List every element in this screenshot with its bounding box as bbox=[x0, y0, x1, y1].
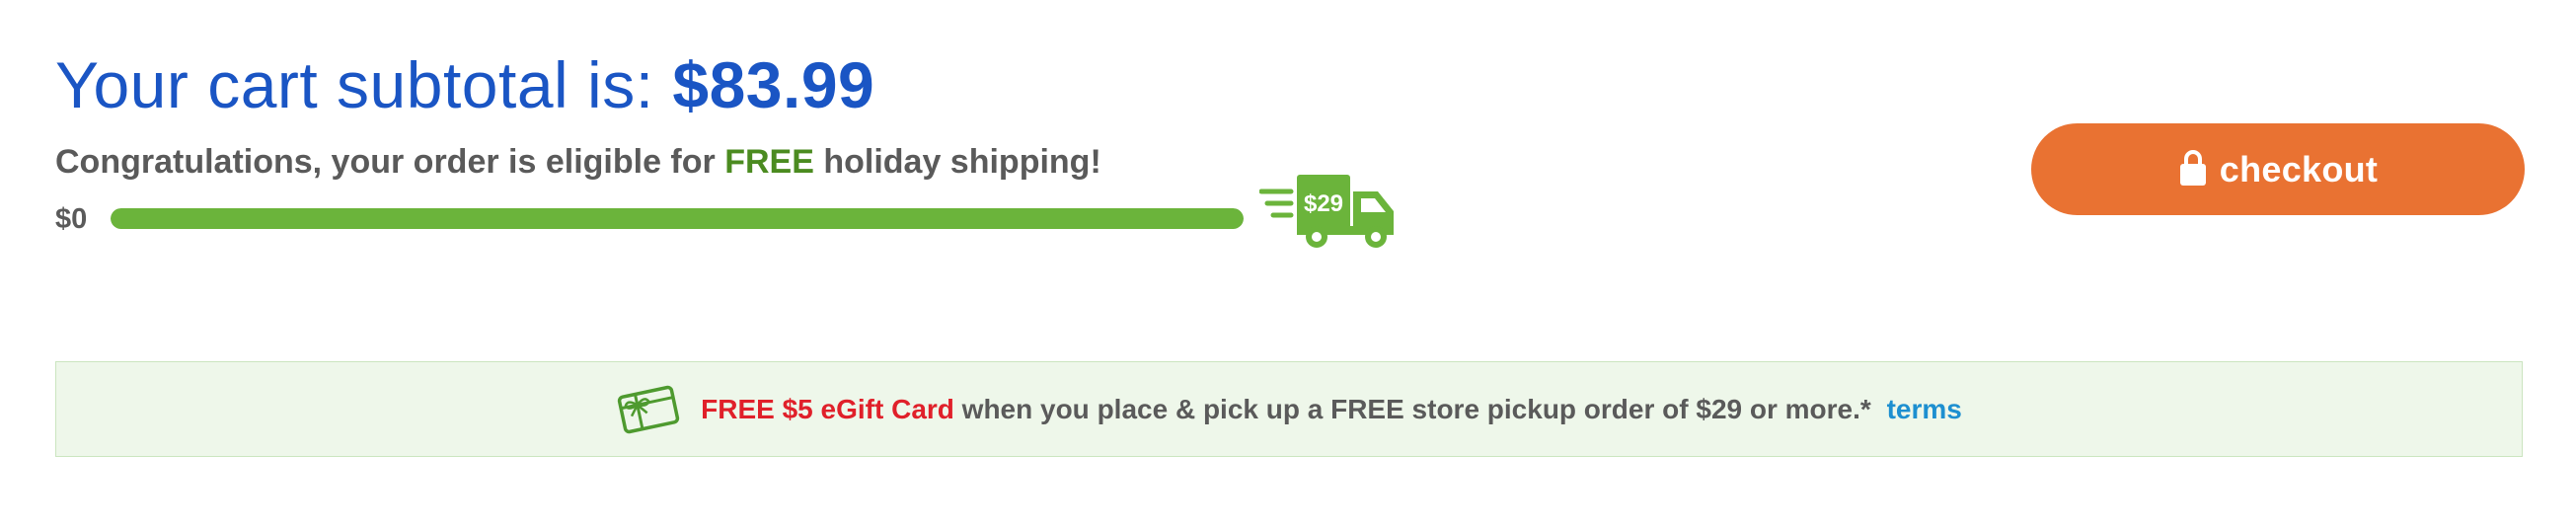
promo-message: FREE $5 eGift Card when you place & pick… bbox=[701, 394, 1962, 425]
shipping-truck-icon: $29 bbox=[1259, 175, 1394, 248]
promo-highlight: FREE $5 eGift Card bbox=[701, 393, 954, 424]
promo-details: when you place & pick up a FREE store pi… bbox=[961, 393, 1871, 424]
shipping-progress-start-label: $0 bbox=[55, 203, 88, 235]
cart-subtotal: Your cart subtotal is: $83.99 bbox=[55, 45, 874, 124]
checkout-button[interactable]: checkout bbox=[2031, 123, 2525, 215]
shipping-progress-fill bbox=[111, 208, 1244, 229]
cart-subtotal-label: Your cart subtotal is: bbox=[55, 48, 654, 121]
shipping-progress-bar bbox=[111, 208, 1244, 229]
free-shipping-message-prefix: Congratulations, your order is eligible … bbox=[55, 143, 716, 181]
promo-terms-link[interactable]: terms bbox=[1887, 394, 1962, 424]
free-shipping-message: Congratulations, your order is eligible … bbox=[55, 140, 1101, 184]
shipping-threshold-label: $29 bbox=[1304, 190, 1343, 217]
checkout-button-label: checkout bbox=[2219, 148, 2379, 189]
free-shipping-message-suffix: holiday shipping! bbox=[823, 143, 1101, 181]
egift-card-promo-banner: FREE $5 eGift Card when you place & pick… bbox=[55, 361, 2523, 457]
cart-subtotal-amount: $83.99 bbox=[672, 48, 875, 121]
lock-icon bbox=[2179, 149, 2206, 186]
gift-card-icon bbox=[617, 385, 680, 433]
free-shipping-message-free: FREE bbox=[724, 143, 814, 181]
